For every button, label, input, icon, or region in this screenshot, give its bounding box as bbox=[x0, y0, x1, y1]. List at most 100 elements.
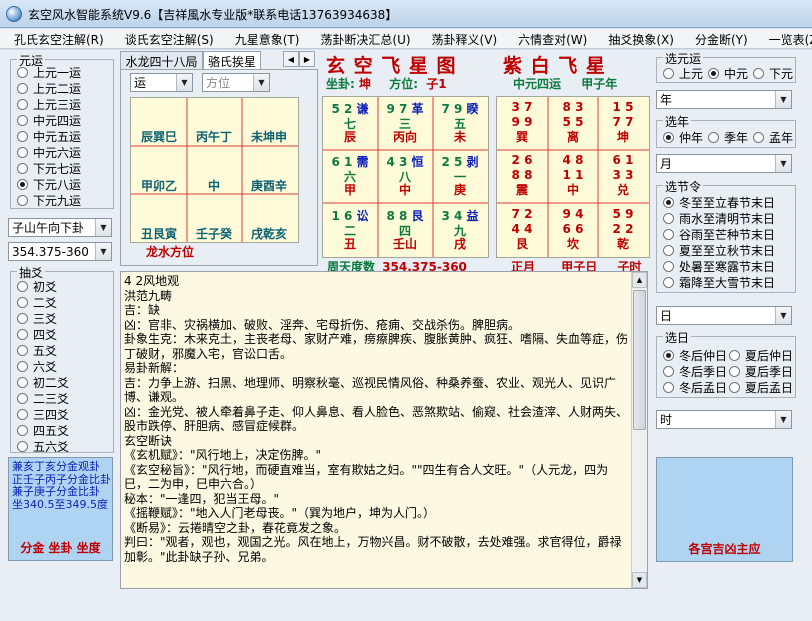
purple-white-cell[interactable]: 5 9 2 2 乾 bbox=[598, 204, 648, 252]
purple-white-cell[interactable]: 8 3 5 5 离 bbox=[548, 97, 598, 145]
radio-icon bbox=[663, 244, 674, 256]
flying-star-cell[interactable]: 2 5 剥 一 庚 bbox=[435, 150, 485, 198]
scroll-up-icon[interactable]: ▲ bbox=[632, 272, 647, 288]
dropdown-arrow-icon: ▼ bbox=[95, 219, 111, 236]
dropdown-arrow-icon: ▼ bbox=[253, 74, 269, 91]
jieling-option[interactable]: 雨水至清明节末日 bbox=[663, 210, 775, 226]
xuannian-option[interactable]: 孟年 bbox=[753, 129, 793, 145]
flying-star-cell[interactable]: 7 9 睽 五 未 bbox=[435, 97, 485, 145]
degree-select[interactable]: 354.375-360 ▼ bbox=[8, 242, 112, 261]
chouyao-option[interactable]: 二三爻 bbox=[17, 390, 69, 406]
menu-nine-stars[interactable]: 九星意象(T) bbox=[221, 29, 307, 48]
tab-scroll-left-icon[interactable]: ◀ bbox=[283, 51, 299, 67]
purple-white-cell[interactable]: 4 8 1 1 中 bbox=[548, 150, 598, 198]
chouyao-option[interactable]: 五爻 bbox=[17, 342, 57, 358]
xuanri-option[interactable]: 夏后仲日 bbox=[729, 347, 793, 363]
day-select[interactable]: 日 ▼ bbox=[656, 306, 792, 325]
scroll-down-icon[interactable]: ▼ bbox=[632, 572, 647, 588]
chouyao-option[interactable]: 四爻 bbox=[17, 326, 57, 342]
fangwei-select[interactable]: 方位 ▼ bbox=[202, 73, 270, 92]
menu-chouyao[interactable]: 抽爻换象(X) bbox=[594, 29, 681, 48]
yuanyun-option[interactable]: 上元三运 bbox=[17, 96, 81, 112]
chouyao-option[interactable]: 三四爻 bbox=[17, 406, 69, 422]
jieling-option[interactable]: 夏至至立秋节末日 bbox=[663, 242, 775, 258]
purple-white-cell[interactable]: 1 5 7 7 坤 bbox=[598, 97, 648, 145]
purple-white-cell[interactable]: 7 2 4 4 艮 bbox=[497, 204, 547, 252]
flying-star-cell[interactable]: 4 3 恒 八 中 bbox=[380, 150, 430, 198]
chouyao-option[interactable]: 初二爻 bbox=[17, 374, 69, 390]
scroll-thumb[interactable] bbox=[633, 290, 646, 430]
yun-select[interactable]: 运 ▼ bbox=[130, 73, 193, 92]
chouyao-option[interactable]: 三爻 bbox=[17, 310, 57, 326]
palace-cell[interactable]: 丙午丁 bbox=[189, 128, 239, 171]
mountain-direction-select[interactable]: 子山午向下卦 ▼ bbox=[8, 218, 112, 237]
flying-star-cell[interactable]: 3 4 益 九 戌 bbox=[435, 204, 485, 252]
jieling-option[interactable]: 冬至至立春节末日 bbox=[663, 194, 775, 210]
tab-shuilong[interactable]: 水龙四十八局 bbox=[120, 51, 203, 70]
yuanyun-option[interactable]: 中元四运 bbox=[17, 112, 81, 128]
xuanyuan-option[interactable]: 下元 bbox=[753, 65, 793, 81]
chouyao-option[interactable]: 四五爻 bbox=[17, 422, 69, 438]
yuanyun-option[interactable]: 上元一运 bbox=[17, 64, 81, 80]
xuannian-option[interactable]: 季年 bbox=[708, 129, 748, 145]
flying-star-cell[interactable]: 5 2 谦 七 辰 bbox=[325, 97, 375, 145]
menu-fenjin[interactable]: 分金断(Y) bbox=[681, 29, 755, 48]
text-scrollbar[interactable]: ▲ ▼ bbox=[631, 272, 647, 588]
year-select[interactable]: 年 ▼ bbox=[656, 90, 792, 109]
palace-cell[interactable]: 甲卯乙 bbox=[134, 177, 184, 220]
tab-scroll-right-icon[interactable]: ▶ bbox=[299, 51, 315, 67]
yuanyun-option[interactable]: 上元二运 bbox=[17, 80, 81, 96]
palace-cell[interactable]: 庚酉辛 bbox=[244, 177, 294, 220]
flying-star-cell[interactable]: 6 1 需 六 甲 bbox=[325, 150, 375, 198]
chouyao-option[interactable]: 二爻 bbox=[17, 294, 57, 310]
menu-overview[interactable]: 一览表(Z) bbox=[755, 29, 812, 48]
purple-white-cell[interactable]: 3 7 9 9 巽 bbox=[497, 97, 547, 145]
xuanyuan-option[interactable]: 中元 bbox=[708, 65, 748, 81]
menu-liuqing[interactable]: 六情查对(W) bbox=[504, 29, 594, 48]
menu-dang-gua-summary[interactable]: 荡卦断决汇总(U) bbox=[306, 29, 417, 48]
yuanyun-option[interactable]: 下元九运 bbox=[17, 192, 81, 208]
xuanri-option[interactable]: 夏后季日 bbox=[729, 363, 793, 379]
xuannian-option[interactable]: 仲年 bbox=[663, 129, 703, 145]
purple-white-cell[interactable]: 2 6 8 8 震 bbox=[497, 150, 547, 198]
flying-star-cell[interactable]: 1 6 讼 二 丑 bbox=[325, 204, 375, 252]
palace-cell[interactable]: 中 bbox=[189, 177, 239, 220]
hour-select[interactable]: 时 ▼ bbox=[656, 410, 792, 429]
chouyao-option[interactable]: 六爻 bbox=[17, 358, 57, 374]
menu-dang-gua-meaning[interactable]: 荡卦释义(V) bbox=[418, 29, 505, 48]
radio-icon bbox=[729, 381, 740, 393]
chouyao-option[interactable]: 五六爻 bbox=[17, 438, 69, 454]
jieling-option[interactable]: 霜降至大雪节末日 bbox=[663, 274, 775, 290]
xuanyuan-option[interactable]: 上元 bbox=[663, 65, 703, 81]
radio-selected-icon bbox=[17, 178, 28, 190]
yuanyun-group: 元运 上元一运 上元二运 上元三运 中元四运 中元五运 中元六运 下元七运 下元… bbox=[10, 52, 114, 209]
purple-white-subtitle: 中元四运 甲子年 bbox=[513, 77, 618, 91]
palace-cell[interactable]: 未坤申 bbox=[244, 128, 294, 171]
xuanri-option[interactable]: 夏后孟日 bbox=[729, 379, 793, 395]
xuanri-label: 选日 bbox=[663, 329, 692, 346]
radio-icon bbox=[17, 146, 28, 158]
tab-luoshi[interactable]: 骆氏挨星 bbox=[203, 51, 261, 70]
xuanri-option[interactable]: 冬后孟日 bbox=[663, 379, 727, 395]
flying-star-cell[interactable]: 8 8 艮 四 壬山 bbox=[380, 204, 430, 252]
xuanyuan-group: 选元运 上元 中元 下元 bbox=[656, 50, 796, 83]
yuanyun-option[interactable]: 中元五运 bbox=[17, 128, 81, 144]
yuanyun-option[interactable]: 下元七运 bbox=[17, 160, 81, 176]
yuanyun-option[interactable]: 中元六运 bbox=[17, 144, 81, 160]
xuanri-option[interactable]: 冬后仲日 bbox=[663, 347, 727, 363]
chouyao-option[interactable]: 初爻 bbox=[17, 278, 57, 294]
palace-cell[interactable]: 戌乾亥 bbox=[244, 225, 294, 268]
jieling-option[interactable]: 谷雨至芒种节末日 bbox=[663, 226, 775, 242]
palace-cell[interactable]: 壬子癸 bbox=[189, 225, 239, 268]
menu-kong-notes[interactable]: 孔氏玄空注解(R) bbox=[0, 29, 111, 48]
jieling-option[interactable]: 处暑至寒露节末日 bbox=[663, 258, 775, 274]
gua-description-textarea[interactable]: 4 2风地观 洪范九畴 吉：缺 凶：官非、灾祸横加、破败、淫奔、宅母折伤、疮痈、… bbox=[120, 271, 648, 589]
month-select[interactable]: 月 ▼ bbox=[656, 154, 792, 173]
yuanyun-option[interactable]: 下元八运 bbox=[17, 176, 81, 192]
palace-cell[interactable]: 辰巽巳 bbox=[134, 128, 184, 171]
menu-tan-notes[interactable]: 谈氏玄空注解(S) bbox=[111, 29, 221, 48]
purple-white-cell[interactable]: 6 1 3 3 兑 bbox=[598, 150, 648, 198]
purple-white-cell[interactable]: 9 4 6 6 坎 bbox=[548, 204, 598, 252]
flying-star-cell[interactable]: 9 7 革 三 丙向 bbox=[380, 97, 430, 145]
xuanri-option[interactable]: 冬后季日 bbox=[663, 363, 727, 379]
